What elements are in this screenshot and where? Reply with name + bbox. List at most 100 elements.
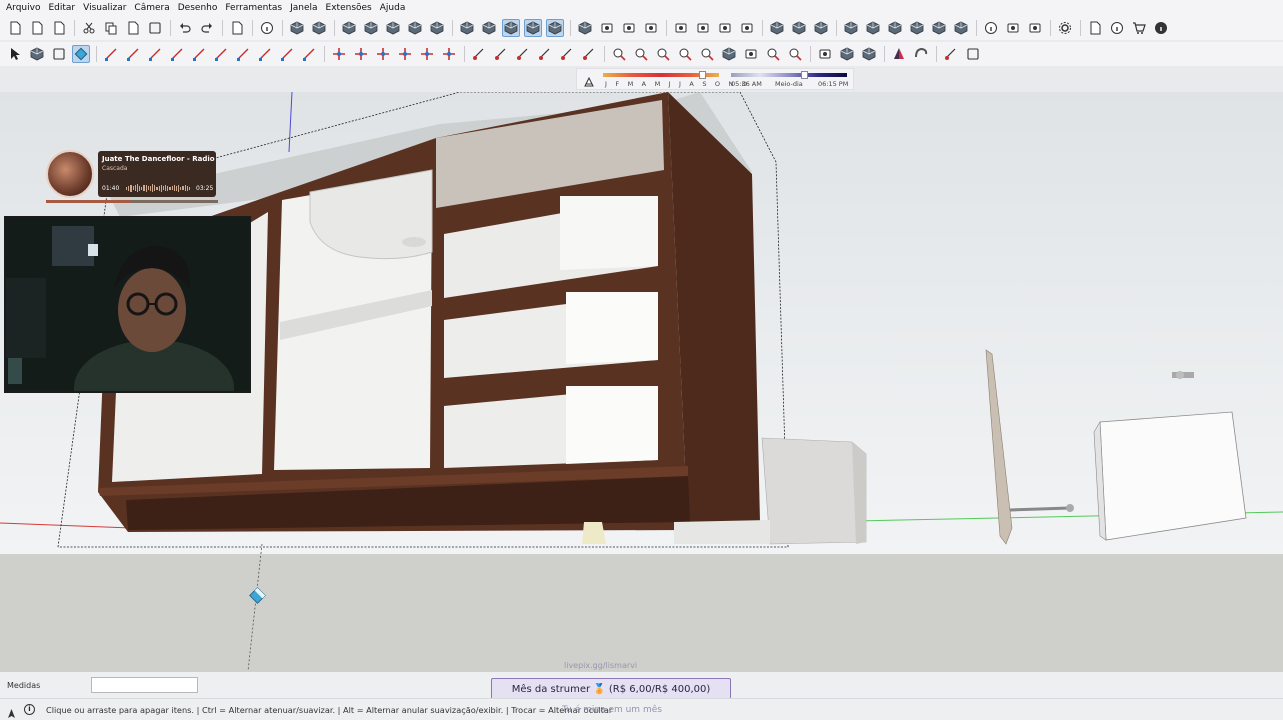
pan-icon[interactable] — [632, 45, 650, 63]
solid-outer-shell-icon[interactable] — [842, 19, 860, 37]
move-icon[interactable] — [330, 45, 348, 63]
cut-icon[interactable] — [80, 19, 98, 37]
send-icon[interactable] — [738, 19, 756, 37]
time-slider-handle[interactable] — [801, 71, 808, 79]
rotated-rectangle-icon[interactable] — [168, 45, 186, 63]
right-view-icon[interactable] — [362, 19, 380, 37]
display-section-icon[interactable] — [620, 19, 638, 37]
copy-icon[interactable] — [102, 19, 120, 37]
text-icon[interactable] — [536, 45, 554, 63]
tape-measure-icon[interactable] — [470, 45, 488, 63]
push-pull-icon[interactable] — [352, 45, 370, 63]
menu-item-5[interactable]: Ferramentas — [225, 3, 287, 13]
solid-subtract-icon[interactable] — [908, 19, 926, 37]
geo-location-icon[interactable] — [6, 704, 17, 718]
rotate-icon[interactable] — [374, 45, 392, 63]
freehand-icon[interactable] — [124, 45, 142, 63]
open-file-icon[interactable] — [28, 19, 46, 37]
make-component-icon[interactable] — [28, 45, 46, 63]
solid-split-icon[interactable] — [952, 19, 970, 37]
warehouse-icon[interactable] — [694, 19, 712, 37]
time-slider[interactable] — [731, 73, 847, 77]
two-point-arc-icon[interactable] — [256, 45, 274, 63]
zoom-extents-icon[interactable] — [698, 45, 716, 63]
offset-icon[interactable] — [440, 45, 458, 63]
wireframe-icon[interactable] — [480, 19, 498, 37]
model-info-icon[interactable] — [258, 19, 276, 37]
circle-icon[interactable] — [190, 45, 208, 63]
hinge-door-panel[interactable] — [985, 349, 1074, 545]
date-slider-handle[interactable] — [699, 71, 706, 79]
sandbox-stamp-icon[interactable] — [812, 19, 830, 37]
scale-icon[interactable] — [418, 45, 436, 63]
shadows-toggle-icon[interactable] — [583, 73, 595, 87]
menu-item-8[interactable]: Ajuda — [380, 3, 411, 13]
erase-icon[interactable] — [146, 19, 164, 37]
top-view-icon[interactable] — [310, 19, 328, 37]
info-icon[interactable] — [1108, 19, 1126, 37]
sandbox-smoove-icon[interactable] — [790, 19, 808, 37]
left-view-icon[interactable] — [406, 19, 424, 37]
white-box-component[interactable] — [1093, 411, 1247, 541]
floating-hinge[interactable] — [1172, 371, 1194, 379]
instructor-info-icon[interactable]: i — [24, 704, 35, 715]
menu-item-4[interactable]: Desenho — [178, 3, 223, 13]
position-camera-icon[interactable] — [742, 45, 760, 63]
pie-icon[interactable] — [300, 45, 318, 63]
dimension-icon[interactable] — [492, 45, 510, 63]
redo-icon[interactable] — [198, 19, 216, 37]
solid-union-icon[interactable] — [886, 19, 904, 37]
walk-icon[interactable] — [786, 45, 804, 63]
sandbox-icon[interactable] — [768, 19, 786, 37]
box-icon[interactable] — [838, 45, 856, 63]
camera-icon[interactable] — [672, 19, 690, 37]
bottom-view-icon[interactable] — [428, 19, 446, 37]
axes-icon[interactable] — [558, 45, 576, 63]
menu-item-2[interactable]: Visualizar — [83, 3, 131, 13]
follow-me-icon[interactable] — [396, 45, 414, 63]
cart-icon[interactable] — [1130, 19, 1148, 37]
menu-item-7[interactable]: Extensões — [326, 3, 377, 13]
menu-item-3[interactable]: Câmera — [134, 3, 174, 13]
cloud-icon[interactable] — [1026, 19, 1044, 37]
protractor-icon[interactable] — [514, 45, 532, 63]
more-icon[interactable] — [964, 45, 982, 63]
menu-item-1[interactable]: Editar — [48, 3, 80, 13]
section-plane-icon[interactable] — [816, 45, 834, 63]
3d-text-icon[interactable] — [580, 45, 598, 63]
section-icon[interactable] — [598, 19, 616, 37]
polygon-icon[interactable] — [212, 45, 230, 63]
solid-trim-icon[interactable] — [930, 19, 948, 37]
previous-view-icon[interactable] — [720, 45, 738, 63]
location-icon[interactable] — [982, 19, 1000, 37]
back-view-icon[interactable] — [384, 19, 402, 37]
user-icon[interactable] — [1152, 19, 1170, 37]
paint-bucket-icon[interactable] — [50, 45, 68, 63]
print-icon[interactable] — [228, 19, 246, 37]
hidden-line-icon[interactable] — [502, 19, 520, 37]
rectangle-icon[interactable] — [146, 45, 164, 63]
paste-icon[interactable] — [124, 19, 142, 37]
line-icon[interactable] — [102, 45, 120, 63]
mirror-icon[interactable] — [890, 45, 908, 63]
eraser-icon[interactable] — [72, 45, 90, 63]
menu-item-6[interactable]: Janela — [290, 3, 322, 13]
menu-item-0[interactable]: Arquivo — [6, 3, 45, 13]
iso-view-icon[interactable] — [288, 19, 306, 37]
look-around-icon[interactable] — [764, 45, 782, 63]
solid-box-icon[interactable] — [860, 45, 878, 63]
zoom-window-icon[interactable] — [676, 45, 694, 63]
orbit-icon[interactable] — [610, 45, 628, 63]
save-icon[interactable] — [50, 19, 68, 37]
arc-icon[interactable] — [234, 45, 252, 63]
shaded-icon[interactable] — [524, 19, 542, 37]
three-point-arc-icon[interactable] — [278, 45, 296, 63]
extension-warehouse-icon[interactable] — [716, 19, 734, 37]
settings-icon[interactable] — [1056, 19, 1074, 37]
zoom-icon[interactable] — [654, 45, 672, 63]
section-fill-icon[interactable] — [642, 19, 660, 37]
swirl-icon[interactable] — [912, 45, 930, 63]
solid-intersect-icon[interactable] — [864, 19, 882, 37]
select-icon[interactable] — [6, 45, 24, 63]
layout-icon[interactable] — [1086, 19, 1104, 37]
